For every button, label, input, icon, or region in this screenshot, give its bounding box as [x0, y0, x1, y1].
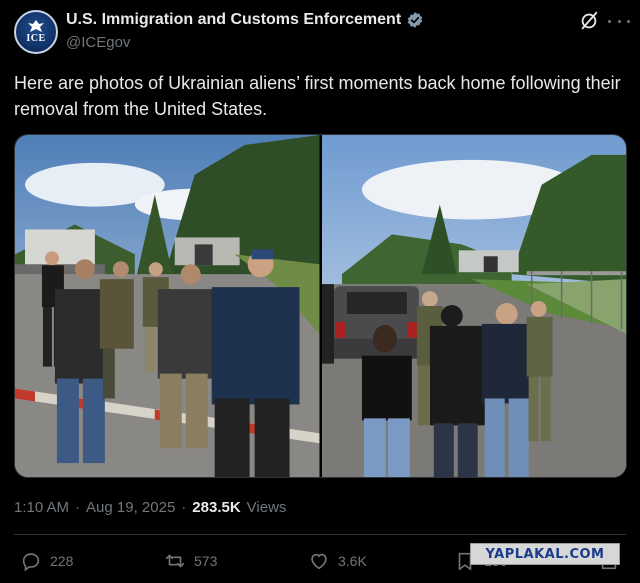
divider	[14, 534, 626, 535]
tweet-meta: 1:10 AM · Aug 19, 2025 · 283.5K Views	[14, 499, 286, 516]
reply-button[interactable]: 228	[20, 550, 73, 572]
heart-icon	[311, 553, 327, 570]
like-count: 3.6K	[338, 553, 367, 569]
meta-separator: ·	[75, 499, 81, 516]
eagle-seal-icon	[28, 19, 44, 32]
watermark: YAPLAKAL.COM	[470, 543, 620, 565]
media-grid	[14, 134, 627, 478]
repost-button[interactable]: 573	[164, 550, 217, 572]
avatar[interactable]: ICE	[14, 10, 58, 54]
handle[interactable]: @ICEgov	[66, 34, 130, 51]
views-label: Views	[246, 499, 287, 516]
avatar-label: ICE	[26, 32, 46, 44]
tweet-text: Here are photos of Ukrainian aliens’ fir…	[14, 73, 621, 119]
photo-right[interactable]	[321, 135, 626, 477]
verified-badge-icon	[407, 12, 423, 28]
meta-separator: ·	[181, 499, 187, 516]
reply-icon	[22, 553, 40, 572]
views-count: 283.5K	[192, 499, 241, 516]
photo-left[interactable]	[15, 135, 320, 477]
more-options-icon[interactable]	[608, 10, 630, 32]
like-button[interactable]: 3.6K	[308, 550, 367, 572]
repost-icon	[165, 554, 185, 568]
tweet-date[interactable]: Aug 19, 2025	[86, 499, 175, 516]
author-name-row: U.S. Immigration and Customs Enforcement	[66, 11, 424, 29]
display-name[interactable]: U.S. Immigration and Customs Enforcement	[66, 11, 401, 29]
grok-icon[interactable]	[578, 10, 600, 32]
reply-count: 228	[50, 553, 74, 569]
tweet-time[interactable]: 1:10 AM	[14, 499, 69, 516]
repost-count: 573	[194, 553, 218, 569]
